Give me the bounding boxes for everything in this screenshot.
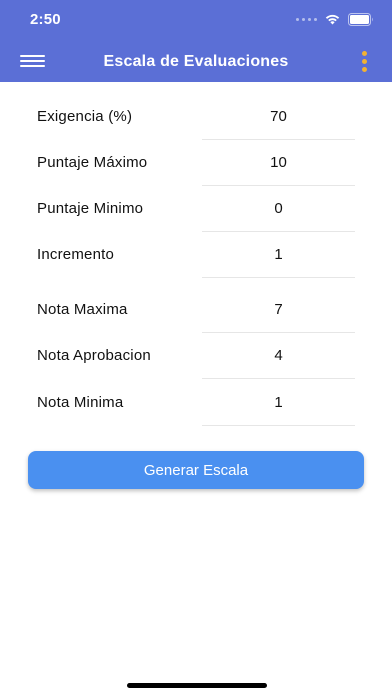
input-underline: [202, 277, 355, 278]
input-underline: [202, 425, 355, 426]
row-label: Nota Minima: [37, 394, 124, 411]
row-label: Exigencia (%): [37, 108, 133, 125]
home-indicator[interactable]: [127, 683, 267, 688]
row-incremento: Incremento: [0, 232, 392, 278]
status-icons: [296, 12, 374, 26]
input-underline: [202, 378, 355, 379]
nota-aprobacion-input[interactable]: [202, 333, 355, 379]
page-title: Escala de Evaluaciones: [103, 53, 289, 70]
row-puntaje-maximo: Puntaje Máximo: [0, 140, 392, 186]
row-label: Puntaje Máximo: [37, 154, 148, 171]
exigencia-input[interactable]: [202, 94, 355, 140]
row-exigencia: Exigencia (%): [0, 94, 392, 140]
nota-maxima-input[interactable]: [202, 287, 355, 333]
row-puntaje-minimo: Puntaje Minimo: [0, 186, 392, 232]
app-screen: 2:50 Escala de Evaluaciones Exigencia (%…: [0, 0, 392, 696]
status-bar: 2:50: [0, 0, 392, 40]
row-nota-minima: Nota Minima: [0, 380, 392, 426]
row-nota-maxima: Nota Maxima: [0, 287, 392, 333]
puntaje-minimo-input[interactable]: [202, 186, 355, 232]
status-time: 2:50: [30, 11, 61, 28]
wifi-icon: [325, 14, 340, 25]
cellular-signal-icon: [296, 17, 317, 21]
row-label: Nota Maxima: [37, 301, 128, 318]
more-options-icon[interactable]: [360, 50, 370, 72]
incremento-input[interactable]: [202, 232, 355, 278]
nota-minima-input[interactable]: [202, 380, 355, 426]
row-label: Puntaje Minimo: [37, 200, 144, 217]
nav-bar: Escala de Evaluaciones: [0, 40, 392, 82]
row-nota-aprobacion: Nota Aprobacion: [0, 333, 392, 379]
row-label: Nota Aprobacion: [37, 347, 151, 364]
battery-icon: [348, 12, 373, 26]
row-label: Incremento: [37, 246, 115, 263]
puntaje-maximo-input[interactable]: [202, 140, 355, 186]
generate-scale-button[interactable]: Generar Escala: [28, 451, 364, 489]
